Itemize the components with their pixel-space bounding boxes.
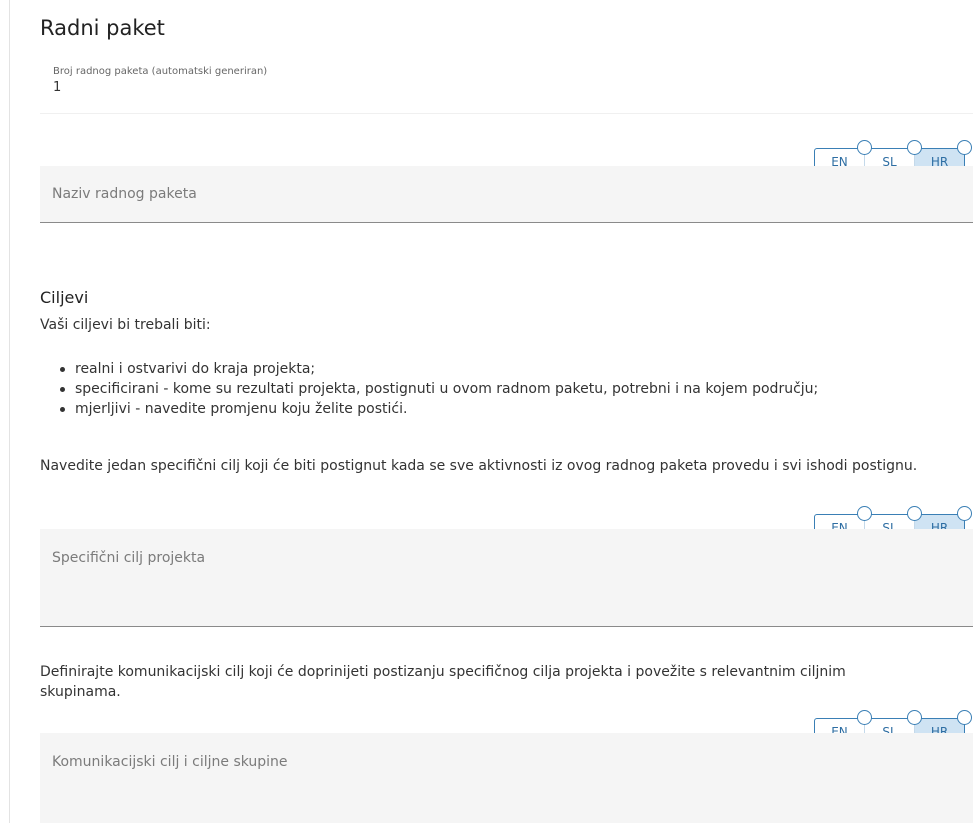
specific-goal-instruction: Navedite jedan specifični cilj koji će b… (40, 458, 918, 474)
goals-intro: Vaši ciljevi bi trebali biti: (40, 317, 211, 333)
list-item: mjerljivi - navedite promjenu koju želit… (40, 399, 818, 419)
lang-indicator-icon (957, 140, 972, 155)
specific-goal-placeholder: Specifični cilj projekta (52, 550, 206, 566)
list-item: realni i ostvarivi do kraja projekta; (40, 359, 818, 379)
page: Radni paket Broj radnog paketa (automats… (0, 0, 973, 823)
section-title: Radni paket (40, 16, 165, 40)
lang-indicator-icon (957, 506, 972, 521)
goals-heading: Ciljevi (40, 288, 89, 307)
communication-goal-placeholder: Komunikacijski cilj i ciljne skupine (52, 754, 288, 770)
goals-list: realni i ostvarivi do kraja projekta; sp… (40, 359, 818, 419)
communication-goal-field[interactable]: Komunikacijski cilj i ciljne skupine (40, 733, 973, 823)
lang-indicator-icon (857, 140, 872, 155)
lang-indicator-icon (957, 710, 972, 725)
list-item: specificirani - kome su rezultati projek… (40, 379, 818, 399)
specific-goal-field[interactable]: Specifični cilj projekta (40, 529, 973, 627)
lang-indicator-icon (907, 710, 922, 725)
work-package-name-field[interactable]: Naziv radnog paketa (40, 166, 973, 223)
divider (40, 113, 973, 114)
lang-indicator-icon (907, 506, 922, 521)
lang-indicator-icon (907, 140, 922, 155)
lang-indicator-icon (857, 710, 872, 725)
work-package-name-placeholder: Naziv radnog paketa (52, 186, 197, 202)
lang-indicator-icon (857, 506, 872, 521)
work-package-number-value: 1 (53, 80, 62, 95)
communication-goal-instruction: Definirajte komunikacijski cilj koji će … (40, 664, 846, 700)
left-border (9, 0, 10, 823)
work-package-number-label: Broj radnog paketa (automatski generiran… (53, 66, 268, 77)
